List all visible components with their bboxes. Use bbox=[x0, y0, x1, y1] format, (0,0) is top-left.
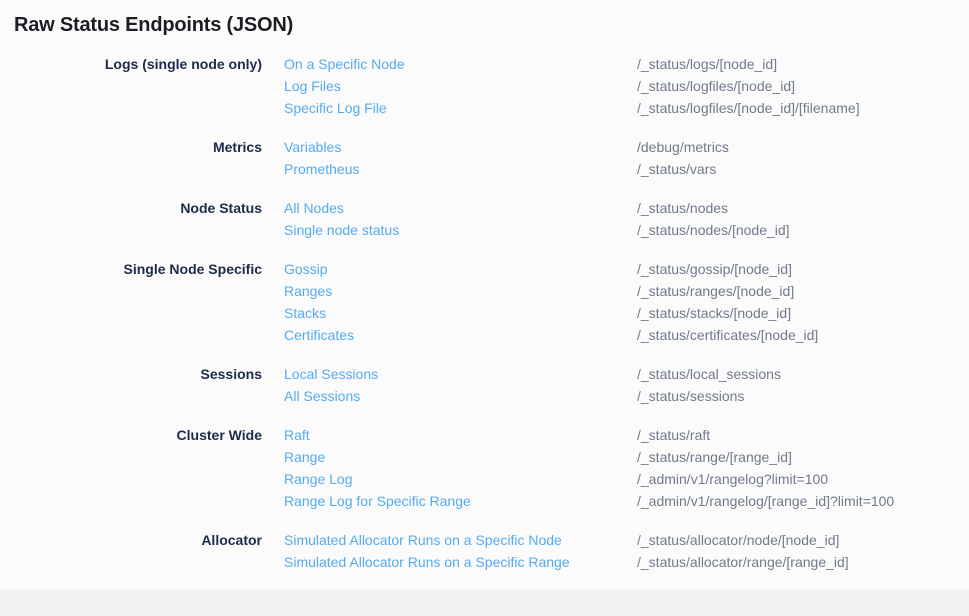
endpoint-links-column: VariablesPrometheus bbox=[262, 136, 615, 180]
endpoint-link[interactable]: Gossip bbox=[284, 258, 615, 280]
endpoint-links-column: Local SessionsAll Sessions bbox=[262, 363, 615, 407]
endpoint-paths-column: /_status/raft/_status/range/[range_id]/_… bbox=[615, 424, 969, 512]
endpoint-link[interactable]: Ranges bbox=[284, 280, 615, 302]
category-label: Sessions bbox=[0, 363, 262, 407]
endpoint-path: /_status/nodes/[node_id] bbox=[637, 219, 969, 241]
endpoint-path: /debug/metrics bbox=[637, 136, 969, 158]
category-label: Cluster Wide bbox=[0, 424, 262, 512]
page-title: Raw Status Endpoints (JSON) bbox=[14, 13, 969, 37]
endpoint-path: /_status/certificates/[node_id] bbox=[637, 324, 969, 346]
endpoint-table: Logs (single node only)On a Specific Nod… bbox=[0, 53, 969, 573]
endpoint-path: /_admin/v1/rangelog/[range_id]?limit=100 bbox=[637, 490, 969, 512]
endpoint-paths-column: /debug/metrics/_status/vars bbox=[615, 136, 969, 180]
endpoint-link[interactable]: Certificates bbox=[284, 324, 615, 346]
endpoint-link[interactable]: Specific Log File bbox=[284, 97, 615, 119]
endpoint-links-column: All NodesSingle node status bbox=[262, 197, 615, 241]
endpoint-link[interactable]: Stacks bbox=[284, 302, 615, 324]
endpoint-link[interactable]: Single node status bbox=[284, 219, 615, 241]
endpoint-paths-column: /_status/local_sessions/_status/sessions bbox=[615, 363, 969, 407]
endpoint-path: /_status/ranges/[node_id] bbox=[637, 280, 969, 302]
endpoint-links-column: Simulated Allocator Runs on a Specific N… bbox=[262, 529, 615, 573]
endpoint-link[interactable]: All Sessions bbox=[284, 385, 615, 407]
endpoint-link[interactable]: Simulated Allocator Runs on a Specific N… bbox=[284, 529, 615, 551]
endpoint-path: /_status/vars bbox=[637, 158, 969, 180]
endpoint-link[interactable]: Local Sessions bbox=[284, 363, 615, 385]
endpoint-links-column: RaftRangeRange LogRange Log for Specific… bbox=[262, 424, 615, 512]
endpoint-paths-column: /_status/nodes/_status/nodes/[node_id] bbox=[615, 197, 969, 241]
endpoint-path: /_status/logfiles/[node_id]/[filename] bbox=[637, 97, 969, 119]
endpoint-path: /_status/nodes bbox=[637, 197, 969, 219]
endpoint-path: /_status/range/[range_id] bbox=[637, 446, 969, 468]
category-label: Single Node Specific bbox=[0, 258, 262, 346]
endpoint-link[interactable]: Simulated Allocator Runs on a Specific R… bbox=[284, 551, 615, 573]
endpoint-path: /_status/sessions bbox=[637, 385, 969, 407]
category-label: Allocator bbox=[0, 529, 262, 573]
endpoint-path: /_status/gossip/[node_id] bbox=[637, 258, 969, 280]
endpoint-paths-column: /_status/allocator/node/[node_id]/_statu… bbox=[615, 529, 969, 573]
endpoint-path: /_status/logfiles/[node_id] bbox=[637, 75, 969, 97]
endpoint-path: /_status/raft bbox=[637, 424, 969, 446]
endpoint-path: /_status/stacks/[node_id] bbox=[637, 302, 969, 324]
endpoint-paths-column: /_status/gossip/[node_id]/_status/ranges… bbox=[615, 258, 969, 346]
endpoint-paths-column: /_status/logs/[node_id]/_status/logfiles… bbox=[615, 53, 969, 119]
endpoint-link[interactable]: Range Log bbox=[284, 468, 615, 490]
category-label: Logs (single node only) bbox=[0, 53, 262, 119]
endpoint-links-column: On a Specific NodeLog FilesSpecific Log … bbox=[262, 53, 615, 119]
endpoint-path: /_status/logs/[node_id] bbox=[637, 53, 969, 75]
endpoint-link[interactable]: Raft bbox=[284, 424, 615, 446]
category-label: Node Status bbox=[0, 197, 262, 241]
endpoint-link[interactable]: Range Log for Specific Range bbox=[284, 490, 615, 512]
category-label: Metrics bbox=[0, 136, 262, 180]
endpoint-link[interactable]: Prometheus bbox=[284, 158, 615, 180]
endpoint-path: /_status/local_sessions bbox=[637, 363, 969, 385]
endpoint-path: /_status/allocator/range/[range_id] bbox=[637, 551, 969, 573]
endpoint-link[interactable]: All Nodes bbox=[284, 197, 615, 219]
endpoint-link[interactable]: Variables bbox=[284, 136, 615, 158]
endpoint-link[interactable]: Log Files bbox=[284, 75, 615, 97]
endpoint-link[interactable]: On a Specific Node bbox=[284, 53, 615, 75]
endpoint-link[interactable]: Range bbox=[284, 446, 615, 468]
endpoint-path: /_status/allocator/node/[node_id] bbox=[637, 529, 969, 551]
bottom-strip bbox=[0, 590, 969, 616]
endpoint-path: /_admin/v1/rangelog?limit=100 bbox=[637, 468, 969, 490]
endpoint-links-column: GossipRangesStacksCertificates bbox=[262, 258, 615, 346]
